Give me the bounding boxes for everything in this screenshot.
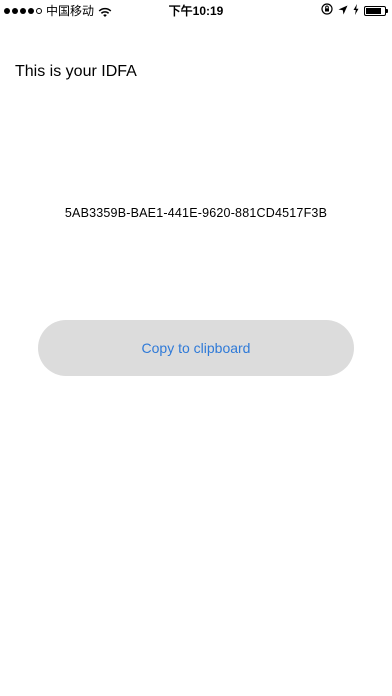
- orientation-lock-icon: [321, 2, 333, 20]
- page-title: This is your IDFA: [15, 63, 137, 80]
- copy-to-clipboard-button[interactable]: Copy to clipboard: [38, 320, 354, 376]
- status-bar-right: [321, 2, 388, 20]
- idfa-value: 5AB3359B-BAE1-441E-9620-881CD4517F3B: [64, 206, 328, 220]
- status-bar: 中国移动 下午10:19: [0, 0, 392, 22]
- location-arrow-icon: [338, 2, 348, 20]
- battery-fill: [366, 8, 381, 14]
- charging-bolt-icon: [353, 2, 359, 20]
- battery-icon: [364, 6, 388, 16]
